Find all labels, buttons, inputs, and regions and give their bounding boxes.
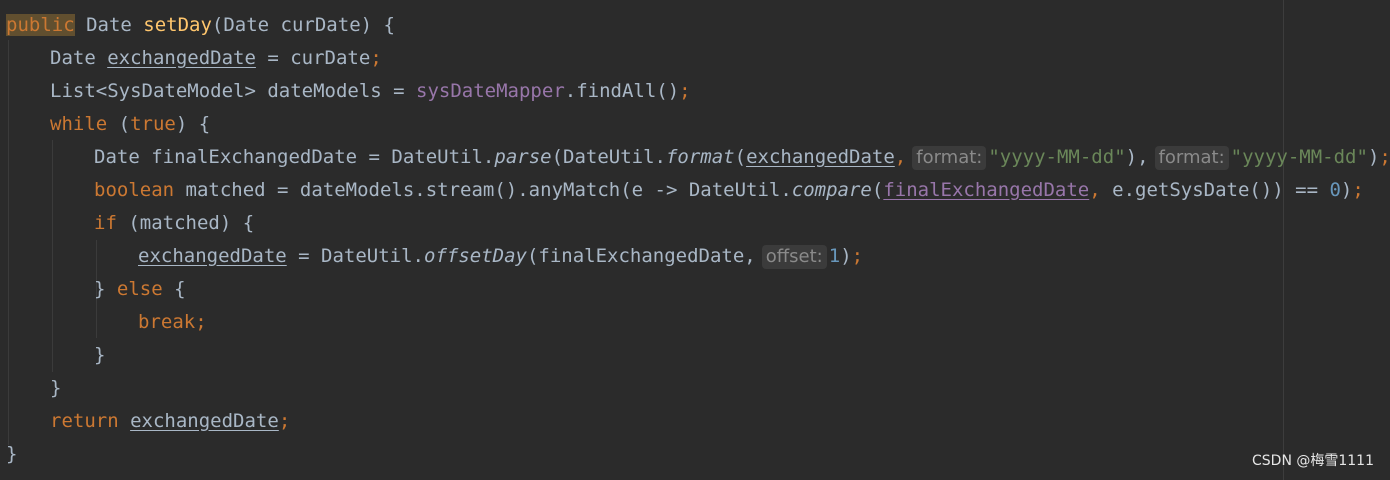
code-text: Date xyxy=(74,14,144,36)
code-text: (finalExchangedDate, xyxy=(526,245,756,267)
code-text: ) { xyxy=(175,113,211,135)
code-line-3[interactable]: List<SysDateModel> dateModels = sysDateM… xyxy=(50,75,691,108)
string-literal: "yyyy-MM-dd" xyxy=(988,146,1126,168)
method-call: format xyxy=(665,146,735,168)
field: sysDateMapper xyxy=(416,80,565,102)
param-hint: format: xyxy=(912,146,987,170)
keyword: true xyxy=(130,113,176,135)
param-hint: offset: xyxy=(761,245,827,269)
code-line-2[interactable]: Date exchangedDate = curDate; xyxy=(50,42,382,75)
code-line-9[interactable]: } else { xyxy=(94,273,186,306)
code-line-1[interactable]: public Date setDay(Date curDate) { xyxy=(6,9,395,42)
watermark: CSDN @梅雪1111 xyxy=(1252,453,1374,469)
code-text: (Date curDate) { xyxy=(211,14,395,36)
code-text: ( xyxy=(871,179,884,201)
keyword: else xyxy=(116,278,163,300)
code-text: } xyxy=(50,377,62,399)
method-call: parse xyxy=(494,146,552,168)
variable: finalExchangedDate xyxy=(883,179,1090,201)
code-text: (matched) { xyxy=(116,212,255,234)
code-text: ( xyxy=(734,146,747,168)
code-text: = DateUtil. xyxy=(286,245,424,267)
variable: exchangedDate xyxy=(746,146,895,168)
code-text: e.getSysDate()) == xyxy=(1100,179,1330,201)
code-text: = curDate xyxy=(255,47,371,69)
code-line-4[interactable]: while (true) { xyxy=(50,108,210,141)
number-literal: 0 xyxy=(1329,179,1341,201)
comma: , xyxy=(894,146,907,168)
semicolon: ; xyxy=(278,410,291,432)
code-line-10[interactable]: break; xyxy=(138,306,207,339)
code-text: (DateUtil. xyxy=(551,146,666,168)
variable: exchangedDate xyxy=(138,245,287,267)
indent-guide xyxy=(8,40,9,445)
code-text: ) xyxy=(1340,179,1353,201)
semicolon: ; xyxy=(370,47,382,69)
semicolon: ; xyxy=(195,311,207,333)
semicolon: ; xyxy=(679,80,691,102)
keyword: break xyxy=(138,311,196,333)
keyword: public xyxy=(6,14,75,36)
variable: exchangedDate xyxy=(107,47,256,69)
code-text: } xyxy=(94,344,106,366)
code-text: ), xyxy=(1125,146,1149,168)
variable: exchangedDate xyxy=(130,410,279,432)
keyword: boolean xyxy=(94,179,175,201)
code-line-8[interactable]: exchangedDate = DateUtil.offsetDay(final… xyxy=(138,240,863,273)
code-line-5[interactable]: Date finalExchangedDate = DateUtil.parse… xyxy=(94,141,1390,174)
code-editor[interactable]: public Date setDay(Date curDate) { Date … xyxy=(0,0,1390,480)
code-text: Date xyxy=(50,47,108,69)
method-call: offsetDay xyxy=(424,245,527,267)
comma: , xyxy=(1089,179,1101,201)
keyword: if xyxy=(94,212,117,234)
indent-guide xyxy=(52,140,53,372)
method-name: setDay xyxy=(143,14,212,36)
keyword: while xyxy=(50,113,108,135)
code-line-12[interactable]: } xyxy=(50,372,61,405)
code-text: } xyxy=(94,278,117,300)
code-text: .findAll() xyxy=(564,80,680,102)
method-call: compare xyxy=(791,179,872,201)
right-margin-guide xyxy=(1283,0,1284,480)
code-text: } xyxy=(6,443,18,465)
code-line-7[interactable]: if (matched) { xyxy=(94,207,254,240)
semicolon: ; xyxy=(1379,146,1390,168)
code-line-11[interactable]: } xyxy=(94,339,105,372)
code-text: ) xyxy=(1367,146,1380,168)
code-text: Date finalExchangedDate = DateUtil. xyxy=(94,146,495,168)
string-literal: "yyyy-MM-dd" xyxy=(1230,146,1368,168)
code-line-6[interactable]: boolean matched = dateModels.stream().an… xyxy=(94,174,1364,207)
code-text: { xyxy=(162,278,186,300)
code-text: List<SysDateModel> dateModels = xyxy=(50,80,417,102)
code-text: ( xyxy=(107,113,131,135)
number-literal: 1 xyxy=(828,245,841,267)
param-hint: format: xyxy=(1154,146,1229,170)
code-line-13[interactable]: return exchangedDate; xyxy=(50,405,290,438)
semicolon: ; xyxy=(1352,179,1364,201)
keyword: return xyxy=(50,410,119,432)
code-text: matched = dateModels.stream().anyMatch(e… xyxy=(174,179,792,201)
semicolon: ; xyxy=(851,245,864,267)
code-line-14[interactable]: } xyxy=(6,438,17,471)
code-text: ) xyxy=(840,245,852,267)
